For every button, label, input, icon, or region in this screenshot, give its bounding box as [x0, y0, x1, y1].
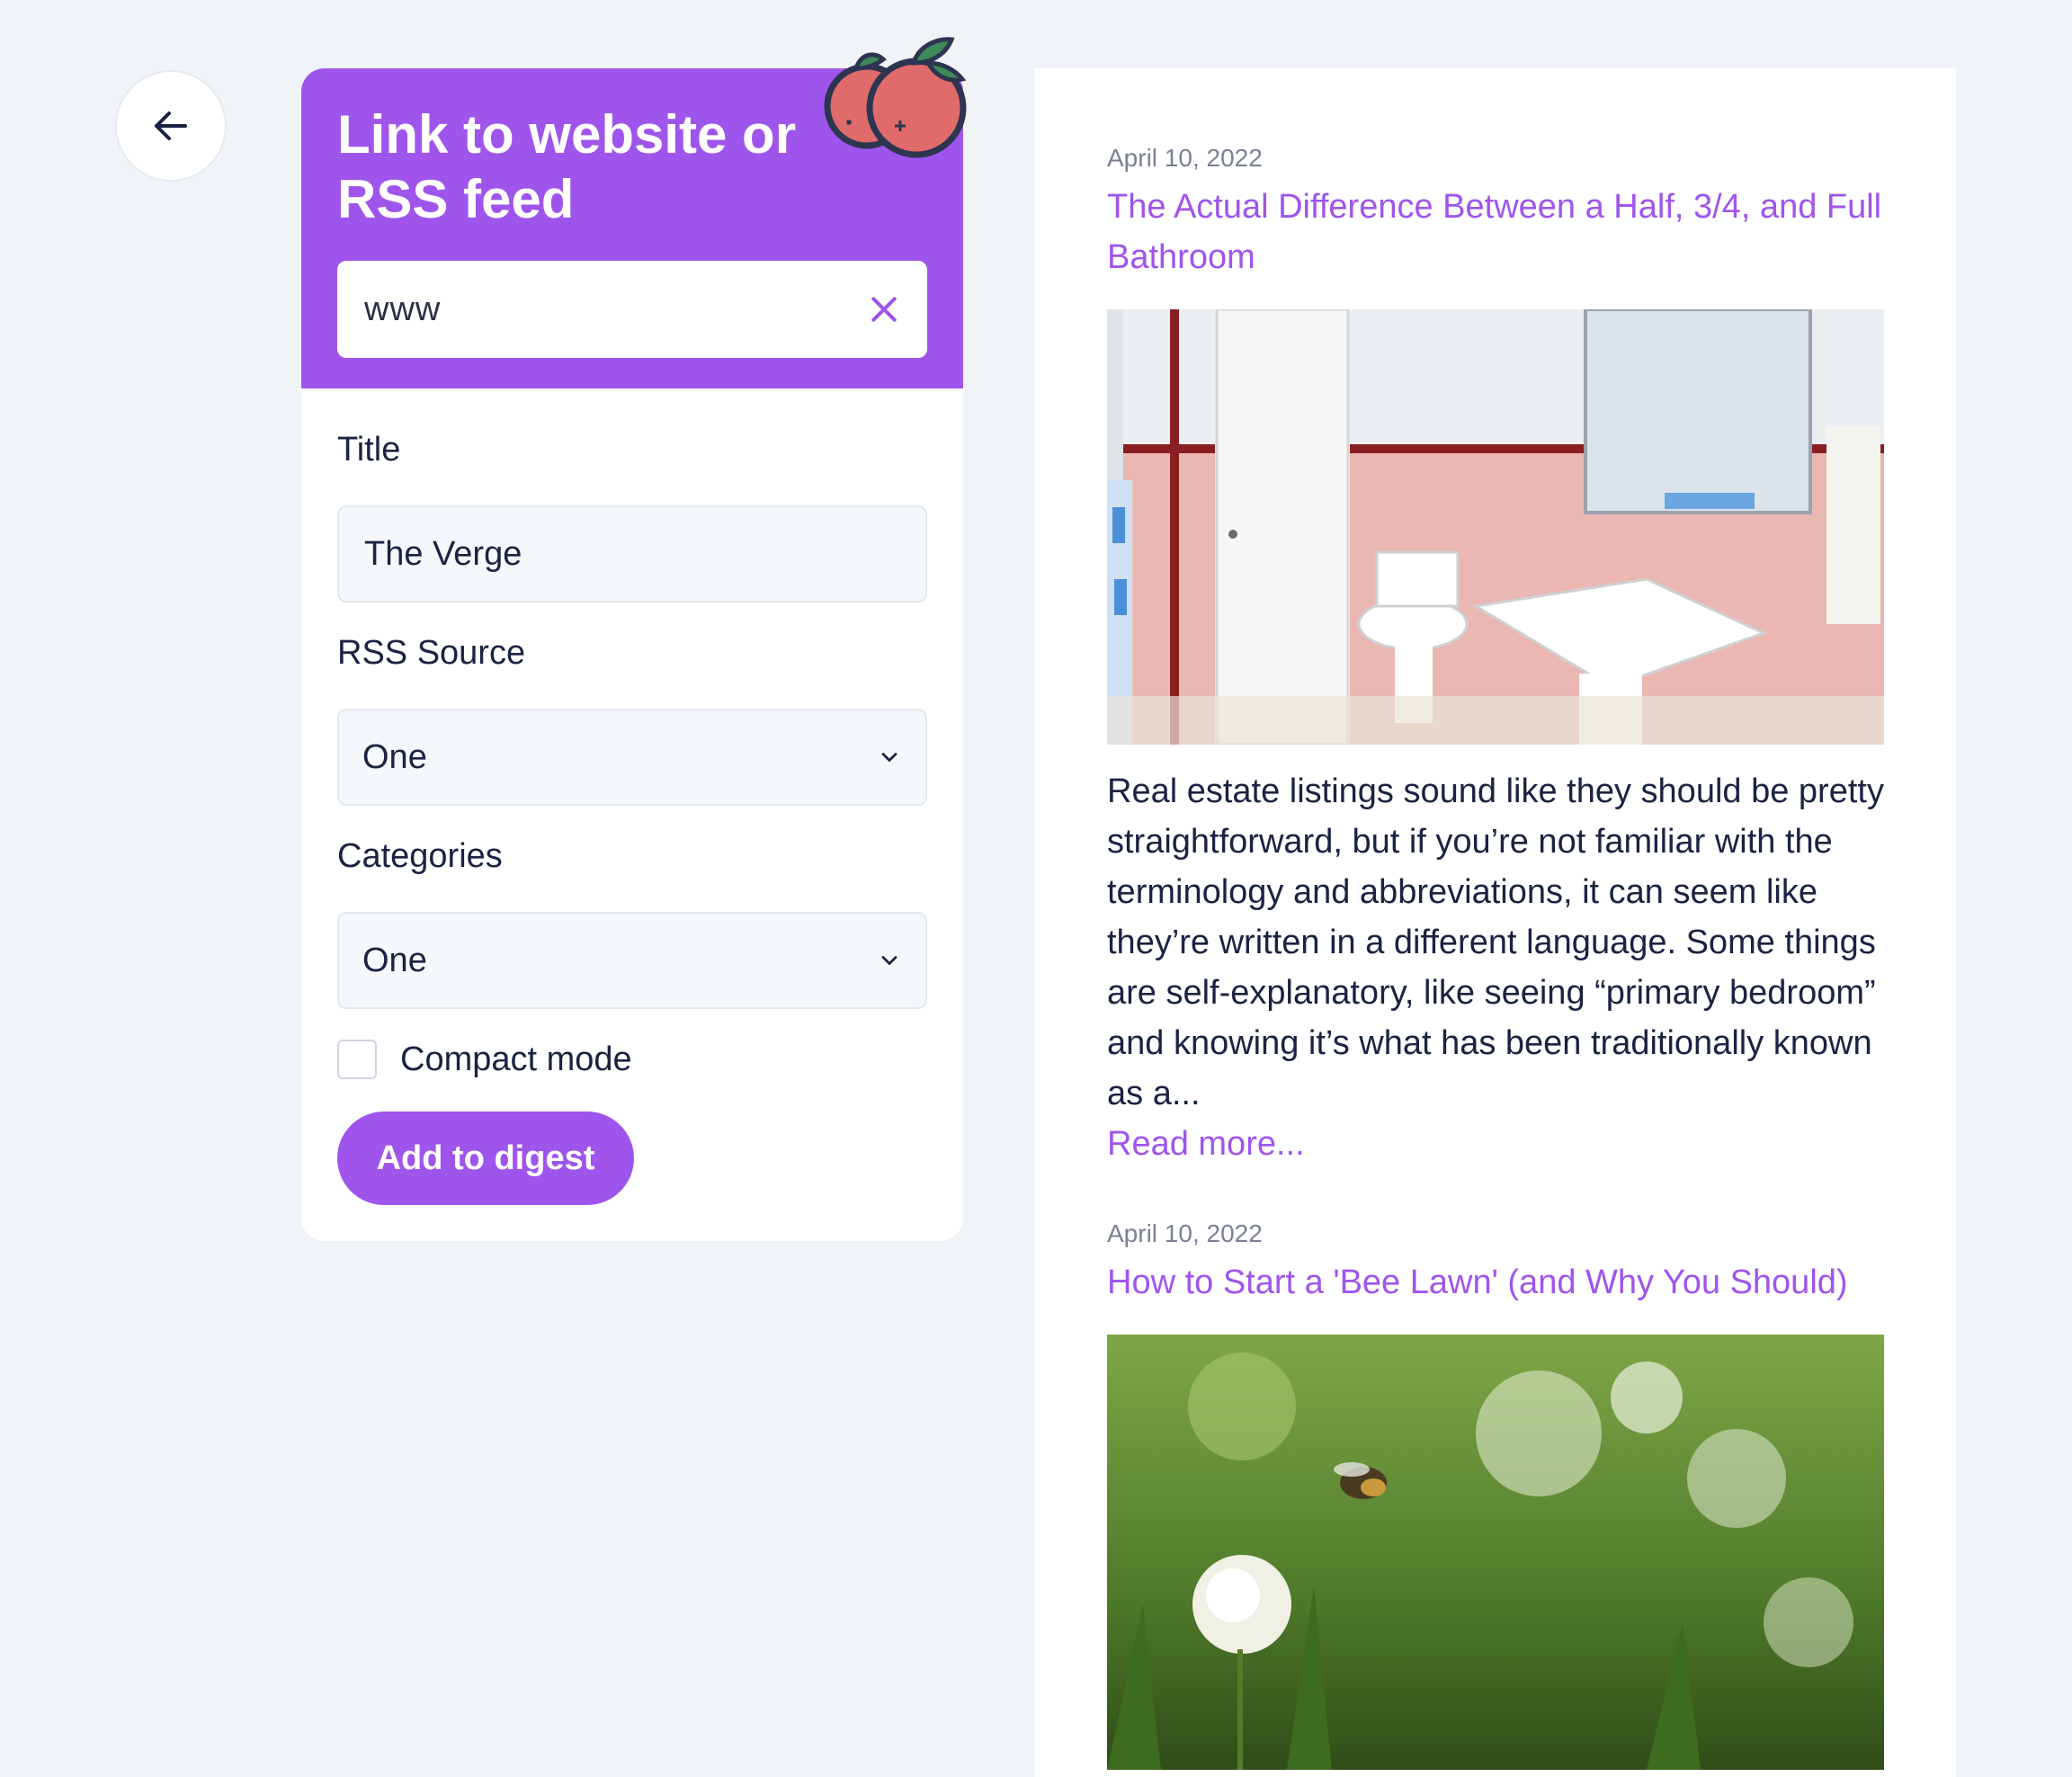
chevron-down-icon: [881, 753, 898, 762]
close-icon[interactable]: [866, 291, 902, 327]
title-input[interactable]: [362, 533, 902, 575]
add-to-digest-button[interactable]: Add to digest: [337, 1112, 634, 1205]
compact-mode-row: Compact mode: [337, 1034, 927, 1085]
bathroom-image: [1107, 309, 1884, 745]
rss-source-select[interactable]: One: [337, 709, 927, 806]
article-card: April 10, 2022 How to Start a 'Bee Lawn'…: [1107, 1216, 1884, 1770]
back-button[interactable]: [115, 70, 227, 182]
card-title: Link to website or RSS feed: [337, 104, 797, 229]
compact-mode-label: Compact mode: [400, 1040, 632, 1078]
article-title[interactable]: How to Start a 'Bee Lawn' (and Why You S…: [1107, 1257, 1884, 1308]
url-field[interactable]: [337, 261, 927, 358]
title-field[interactable]: [337, 505, 927, 603]
categories-label: Categories: [337, 837, 503, 875]
article-date: April 10, 2022: [1107, 1219, 1263, 1247]
chevron-down-icon: [881, 956, 898, 965]
article-title[interactable]: The Actual Difference Between a Half, 3/…: [1107, 182, 1884, 282]
card-body: Title RSS Source One Categories One Comp…: [301, 388, 963, 1205]
compact-mode-checkbox[interactable]: [337, 1040, 377, 1079]
rss-source-value: One: [362, 737, 427, 776]
bee-image: [1107, 1335, 1884, 1770]
rss-source-label: RSS Source: [337, 634, 526, 672]
read-more-link[interactable]: Read more...: [1107, 1119, 1884, 1169]
categories-value: One: [362, 941, 427, 979]
feed-preview: April 10, 2022 The Actual Difference Bet…: [1034, 68, 1956, 1777]
article-excerpt: Real estate listings sound like they sho…: [1107, 772, 1884, 1112]
add-feed-card: Link to website or RSS feed Title RSS So…: [301, 68, 963, 1241]
title-label: Title: [337, 431, 401, 469]
categories-select[interactable]: One: [337, 912, 927, 1009]
url-input[interactable]: [362, 289, 866, 330]
article-date: April 10, 2022: [1107, 144, 1263, 172]
berries-icon: [824, 37, 967, 158]
article-card: April 10, 2022 The Actual Difference Bet…: [1107, 140, 1884, 1169]
arrow-left-icon: [155, 112, 187, 140]
